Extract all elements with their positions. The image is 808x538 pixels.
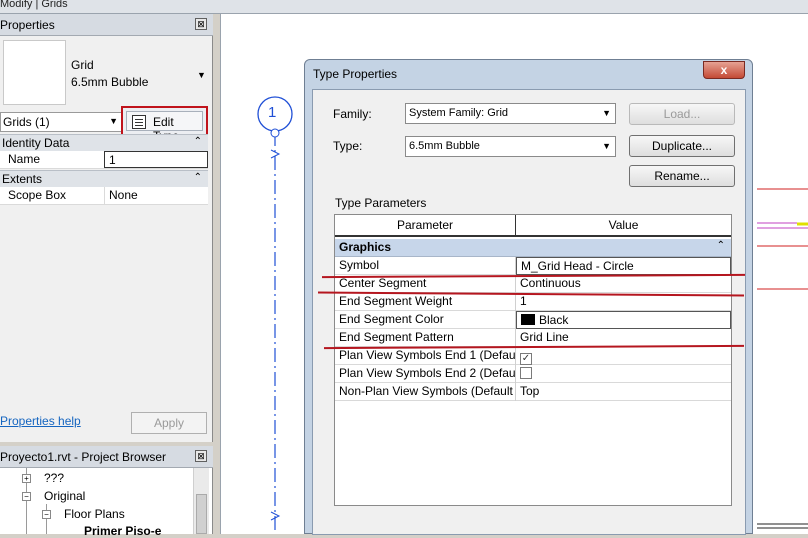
rename-button[interactable]: Rename... [629, 165, 735, 187]
color-swatch [521, 314, 535, 325]
family-value: System Family: Grid [409, 107, 509, 119]
type-selector-dropdown-icon[interactable]: ▼ [197, 70, 206, 80]
type-properties-dialog: Type Properties x Family: System Family:… [304, 59, 753, 535]
browser-title-bar[interactable]: Proyecto1.rvt - Project Browser ⊠ [0, 446, 213, 468]
edit-type-highlight: Edit Type [121, 106, 208, 143]
chevron-down-icon: ▼ [109, 116, 118, 126]
parameter-name: Non-Plan View Symbols (Default [335, 383, 516, 401]
non-plan-symbols-value[interactable]: Top [516, 383, 731, 401]
project-browser: Proyecto1.rvt - Project Browser ⊠ + ??? … [0, 446, 213, 538]
property-row-name: Name 1 [0, 151, 208, 169]
group-header-graphics[interactable]: Graphics ⌃ [335, 239, 731, 257]
property-name: Scope Box [8, 188, 67, 202]
apply-button[interactable]: Apply [131, 412, 207, 434]
browser-item[interactable]: ??? [44, 471, 64, 485]
symbol-value[interactable]: M_Grid Head - Circle [516, 257, 731, 275]
properties-help-link[interactable]: Properties help [0, 414, 81, 428]
section-label: Extents [2, 172, 43, 186]
close-button[interactable]: x [703, 61, 745, 79]
checkbox-checked[interactable]: ✓ [520, 353, 532, 365]
table-row[interactable]: Plan View Symbols End 1 (Defaul ✓ [335, 347, 731, 365]
ribbon-context-bar: Modify | Grids [0, 0, 808, 14]
browser-scrollbar[interactable] [193, 468, 209, 534]
collapse-icon[interactable]: ⌃ [194, 136, 202, 147]
chevron-down-icon: ▼ [602, 108, 611, 118]
table-row[interactable]: End Segment Color Black [335, 311, 731, 329]
collapse-icon[interactable]: ⌃ [717, 240, 725, 251]
section-identity-data[interactable]: Identity Data ⌃ [0, 134, 208, 151]
plan-symbols-end2-value[interactable] [516, 365, 731, 383]
element-filter-value: Grids (1) [3, 115, 50, 129]
type-preview-image [3, 40, 66, 105]
browser-item[interactable]: Original [44, 489, 85, 503]
parameter-name: Plan View Symbols End 2 (Defaul [335, 365, 516, 383]
dialog-body: Family: System Family: Grid ▼ Load... Ty… [312, 89, 746, 535]
tree-connector [46, 504, 47, 534]
chevron-down-icon: ▼ [602, 141, 611, 151]
browser-item[interactable]: Floor Plans [64, 507, 125, 521]
parameter-name: End Segment Color [335, 311, 516, 329]
parameter-name: End Segment Pattern [335, 329, 516, 347]
collapse-icon[interactable]: − [42, 510, 51, 519]
section-label: Identity Data [2, 136, 70, 150]
grid-end-handle[interactable] [270, 128, 280, 138]
scope-box-value[interactable]: None [104, 187, 208, 204]
type-parameters-label: Type Parameters [335, 196, 427, 210]
close-icon[interactable]: ⊠ [195, 18, 207, 30]
name-field[interactable]: 1 [104, 151, 208, 168]
property-name: Name [8, 152, 41, 166]
browser-title: Proyecto1.rvt - Project Browser [0, 450, 167, 464]
parameter-name: End Segment Weight [335, 293, 516, 311]
table-row[interactable]: Plan View Symbols End 2 (Defaul [335, 365, 731, 383]
table-row[interactable]: Symbol M_Grid Head - Circle [335, 257, 731, 275]
type-value: 6.5mm Bubble [409, 140, 480, 152]
section-extents[interactable]: Extents ⌃ [0, 170, 208, 187]
grid-bubble-label: 1 [268, 104, 277, 121]
collapse-icon[interactable]: − [22, 492, 31, 501]
column-header-value[interactable]: Value [516, 215, 731, 236]
column-header-parameter[interactable]: Parameter [335, 215, 516, 236]
table-header: Parameter Value [335, 215, 731, 237]
group-label: Graphics [339, 240, 392, 254]
end-segment-color-value[interactable]: Black [516, 311, 731, 329]
dialog-title: Type Properties [313, 67, 398, 81]
type-select[interactable]: 6.5mm Bubble ▼ [405, 136, 616, 157]
collapse-icon[interactable]: ⌃ [194, 172, 202, 183]
family-select[interactable]: System Family: Grid ▼ [405, 103, 616, 124]
type-parameters-table: Parameter Value Graphics ⌃ Symbol M_Grid… [334, 214, 732, 506]
plan-symbols-end1-value[interactable]: ✓ [516, 347, 731, 365]
properties-title-bar[interactable]: Properties ⊠ [0, 14, 213, 36]
color-name: Black [539, 313, 569, 327]
scrollbar-thumb[interactable] [196, 494, 207, 534]
duplicate-button[interactable]: Duplicate... [629, 135, 735, 157]
checkbox-unchecked[interactable] [520, 367, 532, 379]
expand-icon[interactable]: + [22, 474, 31, 483]
center-segment-value[interactable]: Continuous [516, 275, 731, 293]
type-selector-family[interactable]: Grid [71, 58, 94, 72]
properties-palette: Properties ⊠ Grid 6.5mm Bubble ▼ Grids (… [0, 14, 213, 442]
type-selector-type[interactable]: 6.5mm Bubble [71, 75, 148, 89]
browser-item-active-view[interactable]: Primer Piso-e [84, 524, 161, 538]
edit-type-icon [132, 115, 146, 129]
family-label: Family: [333, 107, 372, 121]
parameter-name: Symbol [335, 257, 516, 275]
close-icon[interactable]: ⊠ [195, 450, 207, 462]
property-row-scope-box: Scope Box None [0, 187, 208, 205]
ribbon-context-label: Modify | Grids [0, 0, 68, 10]
table-row[interactable]: Non-Plan View Symbols (Default Top [335, 383, 731, 401]
element-filter-select[interactable]: Grids (1) ▼ [0, 112, 122, 132]
parameter-name: Plan View Symbols End 1 (Defaul [335, 347, 516, 365]
load-button[interactable]: Load... [629, 103, 735, 125]
type-label: Type: [333, 139, 363, 153]
edit-type-button[interactable]: Edit Type [126, 111, 203, 143]
properties-title: Properties [0, 18, 55, 32]
